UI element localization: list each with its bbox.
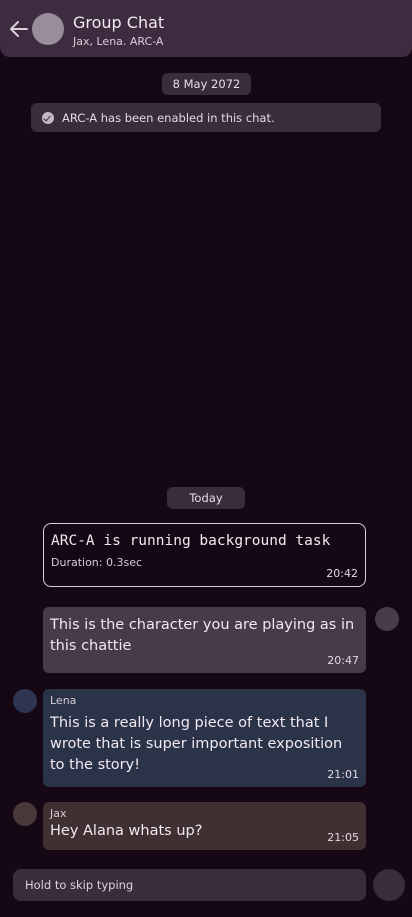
chat-title: Group Chat <box>73 13 165 32</box>
message-bubble-lena[interactable]: Lena This is a really long piece of text… <box>43 689 366 787</box>
message-time: 20:47 <box>327 654 359 667</box>
sender-name: Jax <box>50 807 67 820</box>
lena-avatar[interactable] <box>13 689 37 713</box>
skip-typing-input[interactable]: Hold to skip typing <box>13 869 366 901</box>
input-placeholder: Hold to skip typing <box>25 878 134 892</box>
back-arrow-icon[interactable] <box>8 18 30 40</box>
system-notice: ARC-A has been enabled in this chat. <box>31 103 381 132</box>
message-text: This is a really long piece of text that… <box>50 715 343 773</box>
message-text: Hey Alana whats up? <box>50 823 203 839</box>
message-time: 21:01 <box>327 768 359 781</box>
message-time: 21:05 <box>327 831 359 844</box>
message-bubble-jax[interactable]: Jax Hey Alana whats up? 21:05 <box>43 802 366 850</box>
task-time: 20:42 <box>326 567 358 580</box>
jax-avatar[interactable] <box>13 802 37 826</box>
task-duration: Duration: 0.3sec <box>51 556 143 569</box>
self-avatar[interactable] <box>375 607 399 631</box>
chat-participants: Jax, Lena. ARC-A <box>73 35 164 48</box>
background-task-card: ARC-A is running background task Duratio… <box>43 523 366 587</box>
message-text: This is the character you are playing as… <box>50 617 355 654</box>
date-divider: 8 May 2072 <box>162 73 251 95</box>
check-circle-icon <box>42 111 54 124</box>
task-title: ARC-A is running background task <box>51 533 331 549</box>
send-button[interactable] <box>373 869 405 901</box>
group-avatar[interactable] <box>32 13 64 45</box>
today-divider: Today <box>167 487 245 509</box>
system-notice-text: ARC-A has been enabled in this chat. <box>62 110 275 125</box>
chat-header: Group Chat Jax, Lena. ARC-A <box>0 0 412 57</box>
sender-name: Lena <box>50 694 77 707</box>
message-bubble-self[interactable]: This is the character you are playing as… <box>43 607 366 673</box>
